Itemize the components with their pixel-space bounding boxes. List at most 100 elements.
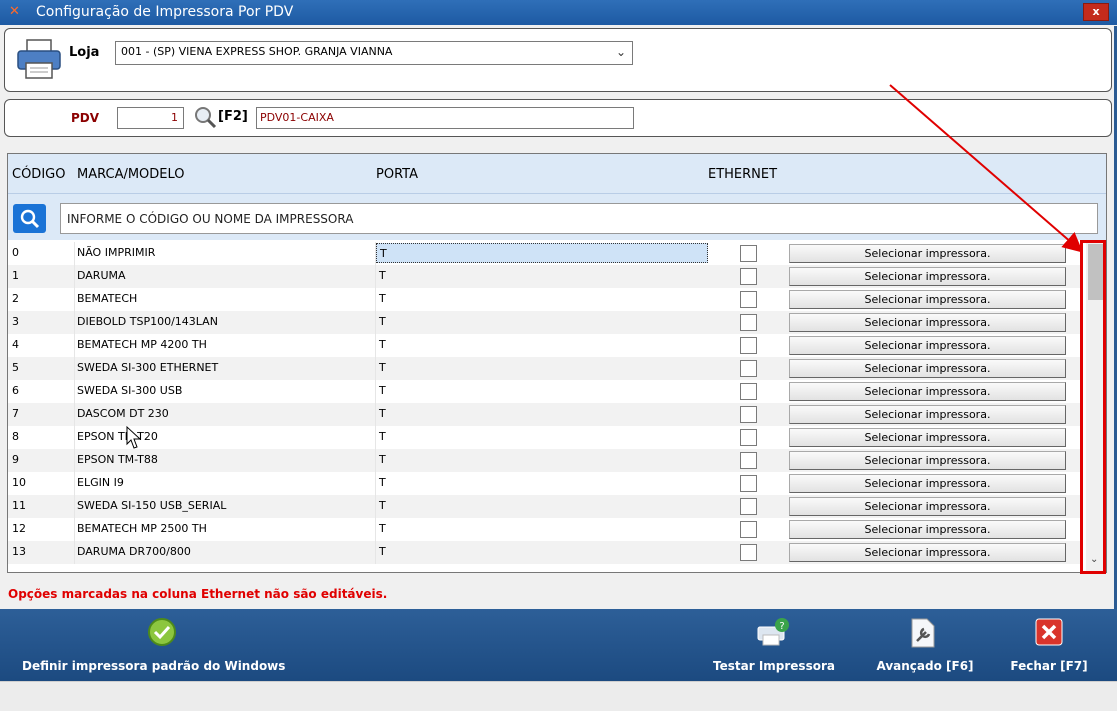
table-row[interactable]: 8 EPSON TM-T20 T Selecionar impressora. xyxy=(8,426,1080,449)
close-window-button[interactable]: x xyxy=(1083,3,1109,21)
row-code: 1 xyxy=(12,269,19,282)
loja-selected-value: 001 - (SP) VIENA EXPRESS SHOP. GRANJA VI… xyxy=(121,45,393,58)
row-port-cell[interactable]: T xyxy=(376,427,708,447)
ethernet-checkbox[interactable] xyxy=(740,314,757,331)
test-printer-button[interactable]: ? Testar Impressora xyxy=(703,609,845,681)
checkmark-icon xyxy=(148,618,176,646)
select-printer-button[interactable]: Selecionar impressora. xyxy=(789,267,1066,286)
table-row[interactable]: 12 BEMATECH MP 2500 TH T Selecionar impress… xyxy=(8,518,1080,541)
select-printer-button[interactable]: Selecionar impressora. xyxy=(789,543,1066,562)
row-port-cell[interactable]: T xyxy=(376,335,708,355)
row-model: DARUMA xyxy=(77,269,126,282)
select-printer-button[interactable]: Selecionar impressora. xyxy=(789,336,1066,355)
table-row[interactable]: 6 SWEDA SI-300 USB T Selecionar impressora. xyxy=(8,380,1080,403)
document-wrench-icon xyxy=(911,618,935,648)
select-printer-button[interactable]: Selecionar impressora. xyxy=(789,451,1066,470)
row-port-cell[interactable]: T xyxy=(376,381,708,401)
ethernet-checkbox[interactable] xyxy=(740,544,757,561)
ethernet-checkbox[interactable] xyxy=(740,406,757,423)
header-marca[interactable]: MARCA/MODELO xyxy=(77,167,185,182)
table-row[interactable]: 2 BEMATECH T Selecionar impressora. xyxy=(8,288,1080,311)
loja-label: Loja xyxy=(69,45,100,60)
column-divider xyxy=(74,403,75,426)
advanced-label: Avançado [F6] xyxy=(876,659,974,673)
select-printer-button[interactable]: Selecionar impressora. xyxy=(789,474,1066,493)
close-button[interactable]: Fechar [F7] xyxy=(1001,609,1097,681)
chevron-down-icon[interactable]: ⌄ xyxy=(616,45,626,59)
table-row[interactable]: 1 DARUMA T Selecionar impressora. xyxy=(8,265,1080,288)
row-model: DIEBOLD TSP100/143LAN xyxy=(77,315,218,328)
f2-shortcut-label: [F2] xyxy=(218,109,248,124)
select-printer-button[interactable]: Selecionar impressora. xyxy=(789,290,1066,309)
table-row[interactable]: 0 NÃO IMPRIMIR T Selecionar impressora. xyxy=(8,242,1080,265)
ethernet-checkbox[interactable] xyxy=(740,475,757,492)
advanced-button[interactable]: Avançado [F6] xyxy=(866,609,984,681)
column-divider xyxy=(74,265,75,288)
ethernet-checkbox[interactable] xyxy=(740,429,757,446)
printer-test-icon: ? xyxy=(757,618,789,646)
select-printer-button[interactable]: Selecionar impressora. xyxy=(789,428,1066,447)
header-codigo[interactable]: CÓDIGO xyxy=(12,167,65,182)
row-port-cell[interactable]: T xyxy=(376,473,708,493)
default-windows-printer-button[interactable]: Definir impressora padrão do Windows xyxy=(16,609,306,681)
mouse-cursor-icon xyxy=(126,426,142,449)
table-row[interactable]: 9 EPSON TM-T88 T Selecionar impressora. xyxy=(8,449,1080,472)
loja-select[interactable]: 001 - (SP) VIENA EXPRESS SHOP. GRANJA VI… xyxy=(115,41,633,65)
ethernet-checkbox[interactable] xyxy=(740,498,757,515)
row-code: 12 xyxy=(12,522,26,535)
select-printer-button[interactable]: Selecionar impressora. xyxy=(789,382,1066,401)
select-printer-button[interactable]: Selecionar impressora. xyxy=(789,405,1066,424)
ethernet-checkbox[interactable] xyxy=(740,245,757,262)
row-model: BEMATECH xyxy=(77,292,138,305)
select-printer-button[interactable]: Selecionar impressora. xyxy=(789,313,1066,332)
row-port-cell[interactable]: T xyxy=(376,496,708,516)
printer-search-input[interactable]: INFORME O CÓDIGO OU NOME DA IMPRESSORA xyxy=(60,203,1098,234)
pdv-number-input[interactable]: 1 xyxy=(117,107,184,129)
search-icon[interactable] xyxy=(193,105,217,129)
row-port-cell[interactable]: T xyxy=(376,266,708,286)
ethernet-checkbox[interactable] xyxy=(740,268,757,285)
row-port-cell[interactable]: T xyxy=(376,404,708,424)
row-model: ELGIN I9 xyxy=(77,476,124,489)
pdv-name-field[interactable]: PDV01-CAIXA xyxy=(256,107,634,129)
ethernet-checkbox[interactable] xyxy=(740,383,757,400)
select-printer-button[interactable]: Selecionar impressora. xyxy=(789,520,1066,539)
table-row[interactable]: 3 DIEBOLD TSP100/143LAN T Selecionar impres… xyxy=(8,311,1080,334)
ethernet-checkbox[interactable] xyxy=(740,360,757,377)
ethernet-checkbox[interactable] xyxy=(740,521,757,538)
column-divider xyxy=(74,449,75,472)
row-port-cell[interactable]: T xyxy=(376,450,708,470)
header-porta[interactable]: PORTA xyxy=(376,167,418,182)
select-printer-button[interactable]: Selecionar impressora. xyxy=(789,359,1066,378)
table-row[interactable]: 5 SWEDA SI-300 ETHERNET T Selecionar impres… xyxy=(8,357,1080,380)
table-row[interactable]: 11 SWEDA SI-150 USB_SERIAL T Selecionar imp… xyxy=(8,495,1080,518)
table-row[interactable]: 13 DARUMA DR700/800 T Selecionar impressora… xyxy=(8,541,1080,564)
table-row[interactable]: 10 ELGIN I9 T Selecionar impressora. xyxy=(8,472,1080,495)
test-printer-label: Testar Impressora xyxy=(713,659,835,673)
row-port-cell[interactable]: T xyxy=(376,312,708,332)
row-port-cell[interactable]: T xyxy=(376,519,708,539)
column-divider xyxy=(74,311,75,334)
row-port-cell[interactable]: T xyxy=(376,243,708,263)
svg-text:?: ? xyxy=(779,621,784,632)
pdv-panel: PDV 1 [F2] PDV01-CAIXA xyxy=(4,99,1112,137)
row-port-cell[interactable]: T xyxy=(376,289,708,309)
ethernet-checkbox[interactable] xyxy=(740,452,757,469)
select-printer-button[interactable]: Selecionar impressora. xyxy=(789,244,1066,263)
row-port-cell[interactable]: T xyxy=(376,358,708,378)
column-divider xyxy=(74,495,75,518)
row-code: 6 xyxy=(12,384,19,397)
row-code: 9 xyxy=(12,453,19,466)
table-row[interactable]: 4 BEMATECH MP 4200 TH T Selecionar impresso… xyxy=(8,334,1080,357)
ethernet-checkbox[interactable] xyxy=(740,337,757,354)
select-printer-button[interactable]: Selecionar impressora. xyxy=(789,497,1066,516)
header-ethernet[interactable]: ETHERNET xyxy=(708,167,777,182)
row-model: BEMATECH MP 4200 TH xyxy=(77,338,207,351)
app-icon: ✕ xyxy=(9,4,20,19)
table-row[interactable]: 7 DASCOM DT 230 T Selecionar impressora. xyxy=(8,403,1080,426)
grid-search-button[interactable] xyxy=(13,204,46,233)
row-code: 0 xyxy=(12,246,19,259)
row-code: 13 xyxy=(12,545,26,558)
row-port-cell[interactable]: T xyxy=(376,542,708,562)
ethernet-checkbox[interactable] xyxy=(740,291,757,308)
